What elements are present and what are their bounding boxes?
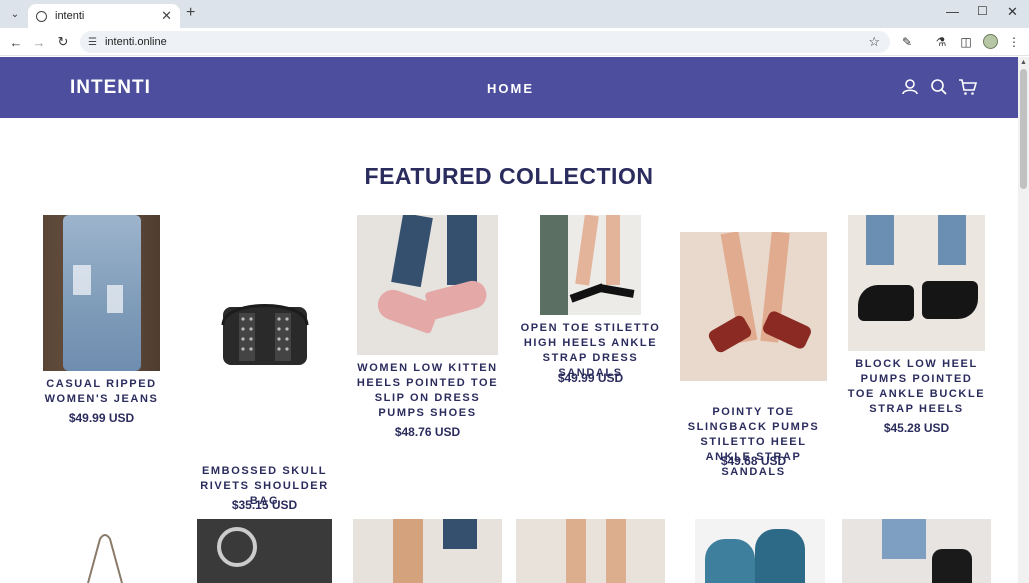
product-image[interactable] xyxy=(353,519,502,583)
product-image[interactable] xyxy=(357,215,498,355)
product-image[interactable] xyxy=(842,519,991,583)
product-price: $49.99 USD xyxy=(68,411,135,425)
product-image[interactable] xyxy=(60,529,150,583)
product-price: $35.15 USD xyxy=(231,498,298,512)
product-image[interactable] xyxy=(848,215,985,351)
close-window-button[interactable]: ✕ xyxy=(1007,4,1018,20)
address-bar[interactable]: ☰ intenti.online ☆ xyxy=(80,31,890,53)
site-info-icon[interactable]: ☰ xyxy=(88,37,97,48)
product-image[interactable] xyxy=(197,519,332,583)
close-tab-icon[interactable]: ✕ xyxy=(161,8,172,24)
menu-icon[interactable]: ⋮ xyxy=(1005,33,1023,51)
product-image[interactable] xyxy=(43,215,160,371)
product-price: $49.99 USD xyxy=(557,371,624,385)
side-panel-icon[interactable]: ◫ xyxy=(957,33,975,51)
nav-home-link[interactable]: HOME xyxy=(487,81,534,96)
profile-avatar[interactable] xyxy=(983,34,998,49)
product-card[interactable]: EMBOSSED SKULL RIVETS SHOULDER BAG $35.1… xyxy=(193,215,336,515)
browser-toolbar: ← → ↻ ☰ intenti.online ☆ ✎ ⚗ ◫ ⋮ xyxy=(0,28,1029,56)
product-image[interactable] xyxy=(540,215,641,315)
product-name[interactable]: CASUAL RIPPED WOMEN'S JEANS xyxy=(30,377,173,407)
product-image[interactable] xyxy=(695,519,825,583)
back-button[interactable]: ← xyxy=(6,32,26,52)
tab-search-button[interactable]: ⌄ xyxy=(6,5,24,23)
scrollbar-thumb[interactable] xyxy=(1020,69,1027,189)
bookmark-star-icon[interactable]: ☆ xyxy=(868,34,880,50)
product-card[interactable]: CASUAL RIPPED WOMEN'S JEANS $49.99 USD xyxy=(30,215,173,435)
chevron-down-icon: ⌄ xyxy=(10,8,20,20)
web-page: INTENTI HOME FEATURED COLLECTION CASUAL … xyxy=(0,57,1018,583)
tab-strip: ⌄ intenti ✕ + — ☐ ✕ xyxy=(0,0,1029,28)
product-card[interactable]: WOMEN LOW KITTEN HEELS POINTED TOE SLIP … xyxy=(356,215,499,495)
browser-window: ⌄ intenti ✕ + — ☐ ✕ ← → ↻ ☰ intenti.onli… xyxy=(0,0,1029,583)
product-image[interactable] xyxy=(680,232,827,381)
new-tab-button[interactable]: + xyxy=(186,4,195,22)
account-icon[interactable] xyxy=(900,77,920,97)
product-card[interactable]: BLOCK LOW HEEL PUMPS POINTED TOE ANKLE B… xyxy=(845,215,988,455)
labs-flask-icon[interactable]: ⚗ xyxy=(932,33,950,51)
globe-icon xyxy=(36,10,47,22)
minimize-button[interactable]: — xyxy=(946,4,959,19)
cart-icon[interactable] xyxy=(958,77,978,97)
product-name[interactable]: BLOCK LOW HEEL PUMPS POINTED TOE ANKLE B… xyxy=(845,357,988,417)
tab-title: intenti xyxy=(55,10,85,22)
product-price: $45.28 USD xyxy=(883,421,950,435)
site-logo[interactable]: INTENTI xyxy=(70,77,151,99)
site-header: INTENTI HOME xyxy=(0,57,1018,118)
section-title: FEATURED COLLECTION xyxy=(364,163,654,189)
browser-tab[interactable]: intenti ✕ xyxy=(28,4,180,28)
product-price: $49.68 USD xyxy=(720,454,787,468)
product-image[interactable] xyxy=(516,519,665,583)
scroll-up-arrow-icon[interactable]: ▲ xyxy=(1020,59,1027,66)
product-name[interactable]: WOMEN LOW KITTEN HEELS POINTED TOE SLIP … xyxy=(356,361,499,421)
product-card[interactable]: POINTY TOE SLINGBACK PUMPS STILETTO HEEL… xyxy=(680,215,827,478)
product-name[interactable]: POINTY TOE SLINGBACK PUMPS STILETTO HEEL… xyxy=(680,405,827,480)
forward-button[interactable]: → xyxy=(29,32,49,52)
maximize-button[interactable]: ☐ xyxy=(977,4,988,18)
product-price: $48.76 USD xyxy=(394,425,461,439)
extensions-icon[interactable]: ✎ xyxy=(898,33,916,51)
page-scrollbar[interactable]: ▲ xyxy=(1018,57,1029,583)
product-card[interactable]: OPEN TOE STILETTO HIGH HEELS ANKLE STRAP… xyxy=(518,215,663,395)
product-image[interactable] xyxy=(209,295,321,375)
url-text: intenti.online xyxy=(104,36,167,48)
reload-button[interactable]: ↻ xyxy=(53,32,73,52)
search-icon[interactable] xyxy=(929,77,949,97)
